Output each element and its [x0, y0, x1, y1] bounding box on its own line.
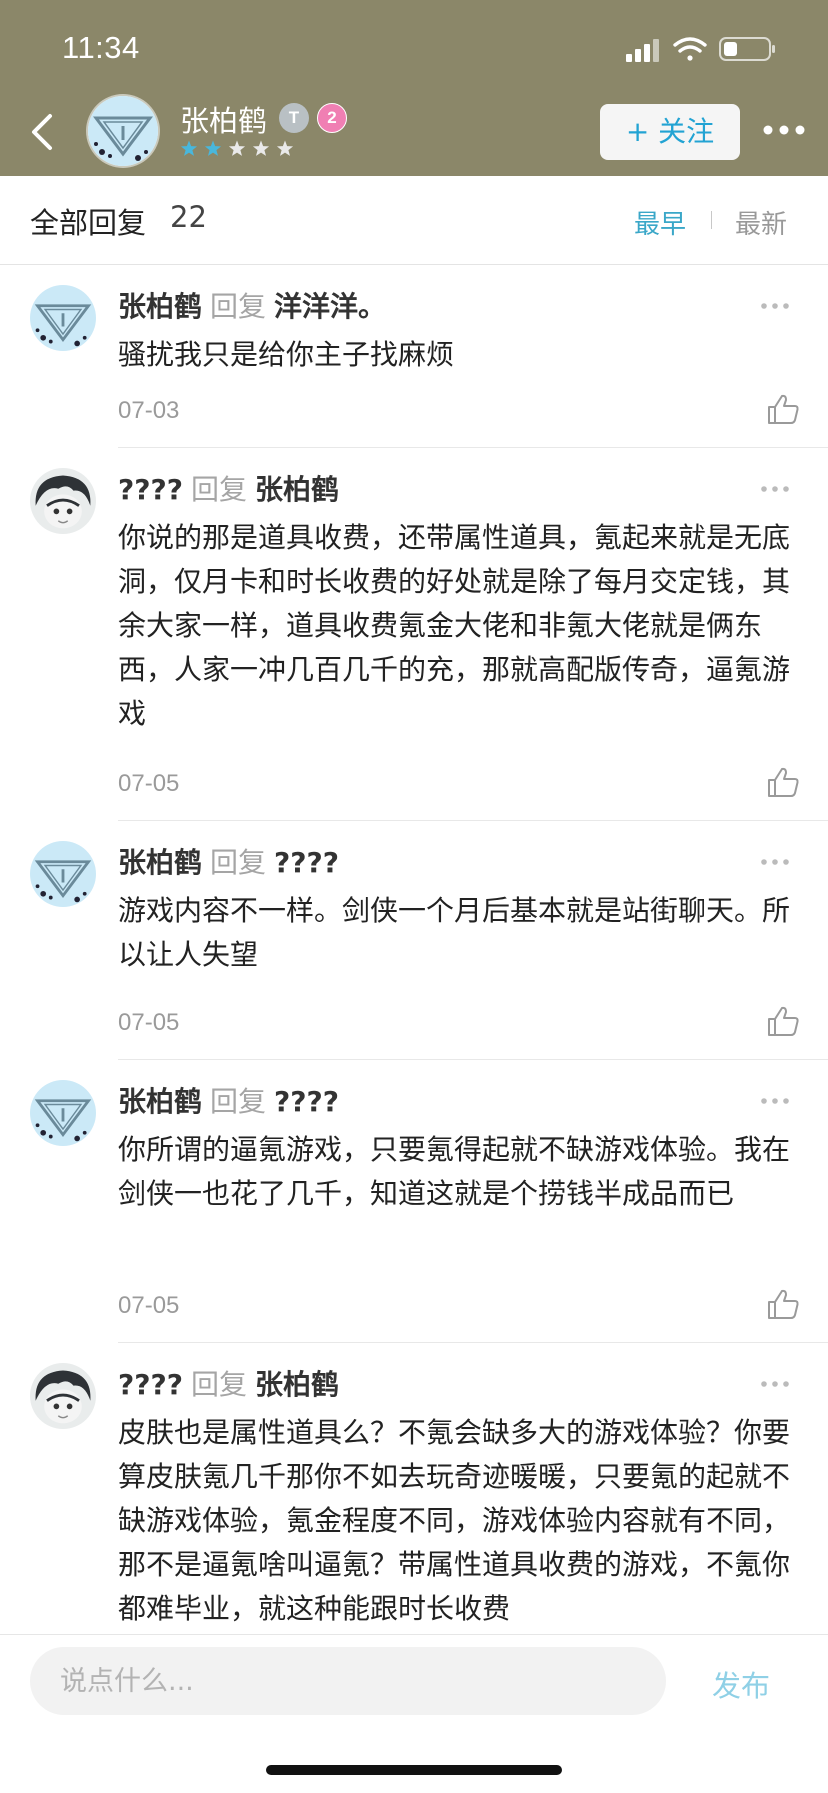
status-time: 11:34 [62, 30, 140, 65]
header-username: 张柏鹤 [180, 104, 268, 138]
comment-item: ???? 回复 张柏鹤 你说的那是道具收费，还带属性道具，氪起来就是无底洞，仅月卡和… [0, 448, 828, 821]
comment-author[interactable]: 张柏鹤 [118, 1085, 202, 1118]
star-empty-icon [228, 140, 246, 156]
star-empty-icon [276, 140, 294, 156]
more-options-icon[interactable] [762, 122, 806, 138]
comment-item: 张柏鹤 回复 洋洋洋。 骚扰我只是给你主子找麻烦 07-03 [0, 265, 828, 448]
sort-divider [711, 211, 712, 229]
reply-target[interactable]: 张柏鹤 [255, 473, 339, 506]
sort-latest-tab[interactable]: 最新 [735, 204, 787, 241]
back-button[interactable] [24, 108, 64, 156]
reply-label: 回复 [210, 290, 267, 323]
comment-item: ???? 回复 张柏鹤 皮肤也是属性道具么？不氪会缺多大的游戏体验？你要算皮肤氪几千… [0, 1343, 828, 1643]
comment-more-icon[interactable] [760, 301, 790, 311]
reply-count: 22 [170, 200, 207, 234]
comment-body: 你所谓的逼氪游戏，只要氪得起就不缺游戏体验。我在剑侠一也花了几千，知道这就是个捞… [118, 1133, 791, 1210]
diamond-avatar-icon [30, 1080, 96, 1146]
diamond-avatar-icon [30, 285, 96, 351]
comment-avatar[interactable] [30, 468, 96, 534]
comment-header: 张柏鹤 回复???? [118, 1080, 339, 1120]
comment-body: 骚扰我只是给你主子找麻烦 [118, 338, 455, 371]
comment-header: 张柏鹤 回复???? [118, 841, 339, 881]
reply-label: 回复 [190, 1368, 247, 1401]
top-header: 11:34 张柏鹤 T 2 + 关注 [0, 0, 828, 176]
thumbs-up-icon[interactable] [766, 393, 800, 425]
comment-more-icon[interactable] [760, 1096, 790, 1106]
comment-author[interactable]: 张柏鹤 [118, 290, 202, 323]
comment-avatar[interactable] [30, 285, 96, 351]
comment-header: ???? 回复 张柏鹤 [118, 468, 339, 508]
sort-earliest-tab[interactable]: 最早 [634, 204, 686, 241]
anime-avatar-icon [30, 1363, 96, 1429]
battery-icon [719, 37, 775, 61]
comment-date: 07-03 [118, 397, 180, 424]
comment-header: 张柏鹤 回复 洋洋洋。 [118, 285, 386, 325]
comment-author[interactable]: ???? [118, 473, 183, 506]
user-avatar[interactable] [88, 96, 158, 166]
status-icons [626, 37, 775, 62]
comment-date: 07-05 [118, 1292, 180, 1319]
diamond-avatar-icon [30, 841, 96, 907]
thumbs-up-icon[interactable] [766, 766, 800, 798]
publish-button[interactable]: 发布 [712, 1663, 770, 1705]
sort-bar: 全部回复 22 最早 最新 [0, 176, 828, 265]
comment-avatar[interactable] [30, 841, 96, 907]
reply-target[interactable]: 洋洋洋。 [274, 290, 386, 323]
home-indicator [266, 1765, 562, 1775]
rating-stars [180, 140, 294, 156]
comment-header: ???? 回复 张柏鹤 [118, 1363, 339, 1403]
reply-target[interactable]: 张柏鹤 [255, 1368, 339, 1401]
comment-item: 张柏鹤 回复???? 你所谓的逼氪游戏，只要氪得起就不缺游戏体验。我在剑侠一也花了… [0, 1060, 828, 1343]
comment-author[interactable]: ???? [118, 1368, 183, 1401]
comment-avatar[interactable] [30, 1080, 96, 1146]
reply-label: 回复 [190, 473, 247, 506]
comment-item: 张柏鹤 回复???? 游戏内容不一样。剑侠一个月后基本就是站街聊天。所以让人失望 … [0, 821, 828, 1060]
anime-avatar-icon [30, 468, 96, 534]
level-badge: T [279, 103, 309, 133]
thumbs-up-icon[interactable] [766, 1005, 800, 1037]
star-filled-icon [204, 140, 222, 156]
comment-more-icon[interactable] [760, 857, 790, 867]
comment-avatar[interactable] [30, 1363, 96, 1429]
star-empty-icon [252, 140, 270, 156]
diamond-avatar-icon [88, 96, 158, 166]
reply-label: 回复 [210, 846, 267, 879]
comment-author[interactable]: 张柏鹤 [118, 846, 202, 879]
chevron-left-icon [32, 114, 52, 150]
wifi-icon [673, 37, 707, 61]
reply-input[interactable] [30, 1647, 666, 1715]
comment-body: 游戏内容不一样。剑侠一个月后基本就是站街聊天。所以让人失望 [118, 894, 791, 971]
reply-bar: 发布 [0, 1634, 828, 1793]
comment-date: 07-05 [118, 770, 180, 797]
comment-list: 张柏鹤 回复 洋洋洋。 骚扰我只是给你主子找麻烦 07-03 ???? 回复 张柏鹤 你… [0, 265, 828, 1643]
follow-button[interactable]: + 关注 [600, 104, 740, 160]
comment-body: 你说的那是道具收费，还带属性道具，氪起来就是无底洞，仅月卡和时长收费的好处就是除… [118, 521, 791, 730]
reply-label: 回复 [210, 1085, 267, 1118]
thumbs-up-icon[interactable] [766, 1288, 800, 1320]
comment-more-icon[interactable] [760, 484, 790, 494]
all-replies-title: 全部回复 [30, 206, 147, 240]
reply-target[interactable]: ???? [274, 846, 339, 879]
reply-target[interactable]: ???? [274, 1085, 339, 1118]
signal-icon [626, 39, 659, 62]
comment-date: 07-05 [118, 1009, 180, 1036]
star-filled-icon [180, 140, 198, 156]
comment-body: 皮肤也是属性道具么？不氪会缺多大的游戏体验？你要算皮肤氪几千那你不如去玩奇迹暖暖… [118, 1416, 791, 1625]
comment-more-icon[interactable] [760, 1379, 790, 1389]
number-badge: 2 [317, 103, 347, 133]
